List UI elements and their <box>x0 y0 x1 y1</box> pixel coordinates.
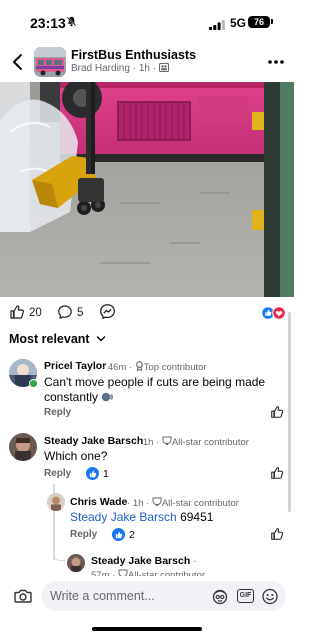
bell-muted-icon <box>66 16 77 30</box>
comment-composer: GIF <box>0 576 294 616</box>
comment-time[interactable]: 46m <box>108 362 126 373</box>
like-reaction-icon <box>86 467 99 480</box>
post-author[interactable]: Brad Harding <box>71 63 130 74</box>
group-members-icon <box>158 63 169 75</box>
avatar[interactable] <box>9 433 37 461</box>
comment-text: Steady Jake Barsch 69451 <box>70 510 213 525</box>
messenger-icon <box>99 303 116 323</box>
post-header: FirstBus Enthusiasts Brad Harding · 1h · <box>0 44 294 82</box>
comment-sort-dropdown[interactable]: Most relevant <box>9 332 106 346</box>
reply-button[interactable]: Reply <box>44 407 71 418</box>
contributor-badge: Top contributor <box>143 362 207 373</box>
comment-input[interactable] <box>50 587 200 605</box>
network-type: 5G <box>230 16 247 30</box>
like-count: 2 <box>129 528 135 541</box>
comment-meta: · 1h · All-star contributor <box>127 497 239 510</box>
contributor-badge: All-star contributor <box>161 498 239 509</box>
group-avatar[interactable] <box>34 47 66 77</box>
comment-text: Which one? <box>44 449 108 463</box>
comment-text-body: 69451 <box>180 510 214 524</box>
comment-item: Pricel Taylor · 46m · Top contributor Ca… <box>0 356 294 420</box>
signal-icon <box>209 17 225 30</box>
post-time[interactable]: 1h <box>139 63 150 74</box>
comment-time[interactable]: 1h <box>143 437 154 448</box>
chevron-left-icon[interactable] <box>10 52 26 72</box>
messenger-share-action[interactable] <box>99 304 116 322</box>
scrollbar[interactable] <box>288 312 291 512</box>
reactions-bar: 20 5 <box>0 300 294 326</box>
thumbs-up-icon[interactable] <box>270 466 284 480</box>
sort-label: Most relevant <box>9 332 90 346</box>
comment-author[interactable]: Pricel Taylor <box>44 360 106 372</box>
like-reaction-icon <box>112 528 125 541</box>
meta-dot: · <box>143 498 152 509</box>
post-image[interactable] <box>0 82 294 297</box>
thumbs-up-icon[interactable] <box>270 527 284 541</box>
comment-text-line: constantly <box>44 390 99 404</box>
comment-count: 5 <box>77 307 84 319</box>
chevron-down-icon <box>96 332 106 346</box>
home-indicator <box>92 627 202 631</box>
comment-author[interactable]: Steady Jake Barsch <box>44 435 143 447</box>
comment-author: Steady Jake Barsch · <box>91 555 197 567</box>
emoji-icon[interactable] <box>261 588 279 605</box>
speaking-head-emoji-icon <box>101 391 114 407</box>
top-contributor-icon <box>135 361 144 374</box>
status-time: 23:13 <box>30 15 66 31</box>
comment-time[interactable]: 1h <box>133 498 144 509</box>
comment-bubble-icon <box>57 304 73 323</box>
avatar[interactable] <box>47 493 65 511</box>
thumbs-up-icon <box>9 304 25 323</box>
all-star-contributor-icon <box>152 497 162 510</box>
more-horizontal-icon[interactable] <box>266 52 286 72</box>
camera-icon[interactable] <box>13 586 33 606</box>
meta-dot: · <box>153 437 162 448</box>
comment-like-count[interactable]: 1 <box>86 467 109 480</box>
avatar-sticker-icon[interactable] <box>211 588 229 605</box>
comment-input-container[interactable]: GIF <box>41 581 286 611</box>
meta-dot: · <box>193 555 197 567</box>
gif-button[interactable]: GIF <box>237 589 254 603</box>
comment-like-count[interactable]: 2 <box>112 528 135 541</box>
comment-author-name[interactable]: Steady Jake Barsch <box>91 555 190 567</box>
contributor-badge: All-star contributor <box>171 437 249 448</box>
battery-icon: 76 <box>248 16 270 28</box>
like-action[interactable]: 20 <box>9 304 42 322</box>
like-count: 1 <box>103 467 109 480</box>
battery-tip <box>271 19 273 24</box>
comment-meta: · 46m · Top contributor <box>102 361 207 374</box>
reaction-emojis[interactable] <box>261 306 287 320</box>
comment-meta: · 1h · All-star contributor <box>137 436 249 449</box>
comment-item: Steady Jake Barsch · 1h · All-star contr… <box>0 432 294 484</box>
comment-author[interactable]: Chris Wade <box>70 496 127 508</box>
mention-link[interactable]: Steady Jake Barsch <box>70 510 177 524</box>
online-status-dot <box>29 379 38 388</box>
status-bar: 23:13 5G 76 <box>0 0 294 44</box>
group-name[interactable]: FirstBus Enthusiasts <box>71 48 196 62</box>
reply-item: Chris Wade · 1h · All-star contributor S… <box>0 492 294 544</box>
reply-button[interactable]: Reply <box>44 468 71 479</box>
thumbs-up-icon[interactable] <box>270 405 284 419</box>
meta-dot: · <box>126 362 135 373</box>
post-meta: Brad Harding · 1h · <box>71 63 169 75</box>
reply-button[interactable]: Reply <box>70 529 97 540</box>
like-count: 20 <box>29 307 42 319</box>
all-star-contributor-icon <box>162 436 172 449</box>
comment-text: Can't move people if cuts are being made… <box>44 375 280 407</box>
comment-action[interactable]: 5 <box>57 304 83 322</box>
comment-text-line: Can't move people if cuts are being made <box>44 375 266 389</box>
avatar[interactable] <box>67 554 85 572</box>
